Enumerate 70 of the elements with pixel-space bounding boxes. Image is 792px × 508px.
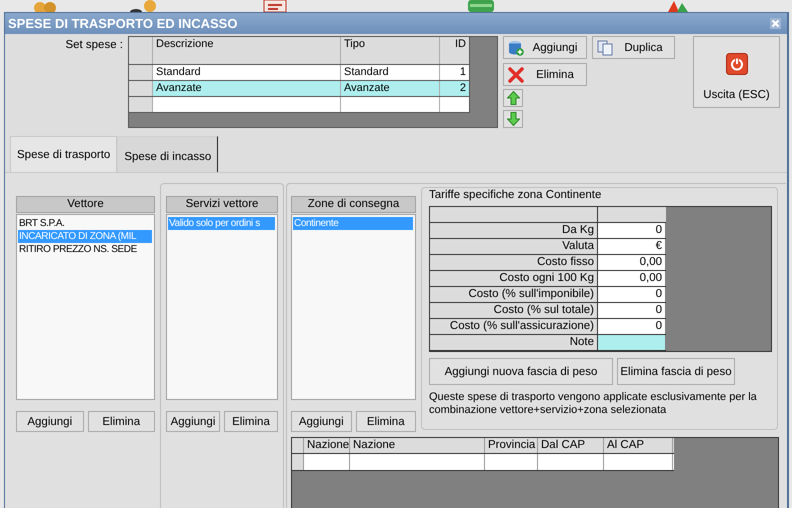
table-cell[interactable]: 0: [598, 319, 665, 334]
duplicate-button[interactable]: Duplica: [592, 36, 675, 59]
tab[interactable]: Spese di trasporto: [10, 136, 118, 172]
move-down-button[interactable]: [503, 110, 523, 128]
table-cell: Standard: [153, 65, 341, 80]
copy-icon: [597, 40, 613, 56]
database-plus-icon: [508, 40, 524, 56]
table-row[interactable]: Avanzate Avanzate 2: [129, 81, 470, 97]
row-indicator[interactable]: [129, 65, 153, 80]
tab[interactable]: Spese di incasso: [117, 136, 218, 172]
column-header: Nazione: [304, 438, 350, 453]
exit-button[interactable]: Uscita (ESC): [693, 36, 780, 108]
table-row[interactable]: Standard Standard 1: [129, 65, 470, 81]
table-cell: 1: [440, 65, 470, 80]
table-cell[interactable]: 0,00: [598, 271, 665, 286]
people-icon[interactable]: [31, 0, 59, 12]
close-icon[interactable]: [770, 18, 781, 29]
document-icon[interactable]: [263, 0, 287, 12]
row-header: Costo (% sul totale): [430, 303, 598, 318]
empty-row[interactable]: [129, 97, 470, 113]
column-header: Nazione: [350, 438, 485, 453]
table-cell[interactable]: 0: [598, 303, 665, 318]
row-header: Costo (% sull'imponibile): [430, 287, 598, 302]
table-cell[interactable]: [598, 335, 665, 350]
column-header: Dal CAP: [538, 438, 604, 453]
list-header: Zone di consegna: [291, 196, 416, 213]
row-header: Valuta: [430, 239, 598, 254]
column-header: Al CAP: [604, 438, 673, 453]
column-header: Provincia: [485, 438, 538, 453]
list-header: Vettore: [16, 196, 155, 213]
row-header: Costo ogni 100 Kg: [430, 271, 598, 286]
list-header: Servizi vettore: [166, 196, 278, 213]
column-header: Tipo: [341, 37, 440, 64]
down-arrow-icon: [506, 112, 520, 126]
window-title: SPESE DI TRASPORTO ED INCASSO: [8, 16, 238, 31]
list-item[interactable]: RITIRO PREZZO NS. SEDE: [18, 243, 137, 256]
list-button[interactable]: Elimina: [88, 411, 155, 432]
list-item[interactable]: BRT S.P.A.: [18, 217, 64, 230]
table-cell[interactable]: €: [598, 239, 665, 254]
add-weight-band-button[interactable]: Aggiungi nuova fascia di peso: [429, 358, 613, 385]
table-cell: 2: [440, 81, 470, 96]
list-button[interactable]: Aggiungi: [291, 411, 352, 432]
move-up-button[interactable]: [503, 89, 523, 107]
list-button[interactable]: Aggiungi: [166, 411, 220, 432]
list-button[interactable]: Aggiungi: [16, 411, 84, 432]
x-icon: [508, 66, 524, 82]
delete-weight-band-button[interactable]: Elimina fascia di peso: [617, 358, 735, 385]
info-text: Queste spese di trasporto vengono applicate esclusivamente per la combinazione vettore+servizio+zona selezionata: [429, 391, 758, 417]
table-cell[interactable]: 0: [598, 223, 665, 238]
empty-row[interactable]: [292, 454, 674, 471]
table-cell: Standard: [341, 65, 440, 80]
row-header: Costo (% sull'assicurazione): [430, 319, 598, 334]
up-arrow-icon: [506, 91, 520, 105]
row-header: Costo fisso: [430, 255, 598, 270]
list-button[interactable]: Elimina: [356, 411, 416, 432]
delete-button[interactable]: Elimina: [503, 63, 587, 86]
table-cell[interactable]: 0: [598, 287, 665, 302]
add-button[interactable]: Aggiungi: [503, 36, 587, 59]
column-header: ID: [440, 37, 470, 64]
row-header: Da Kg: [430, 223, 598, 238]
list-button[interactable]: Elimina: [224, 411, 278, 432]
power-icon: [726, 53, 748, 75]
column-header: Descrizione: [153, 37, 341, 64]
row-header: Note: [430, 335, 598, 350]
table-cell: Avanzate: [153, 81, 341, 96]
table-cell: Avanzate: [341, 81, 440, 96]
row-indicator[interactable]: [129, 81, 153, 96]
set-label: Set spese :: [64, 38, 123, 53]
table-cell[interactable]: 0,00: [598, 255, 665, 270]
group-title: Tariffe specifiche zona Continente: [427, 188, 604, 202]
